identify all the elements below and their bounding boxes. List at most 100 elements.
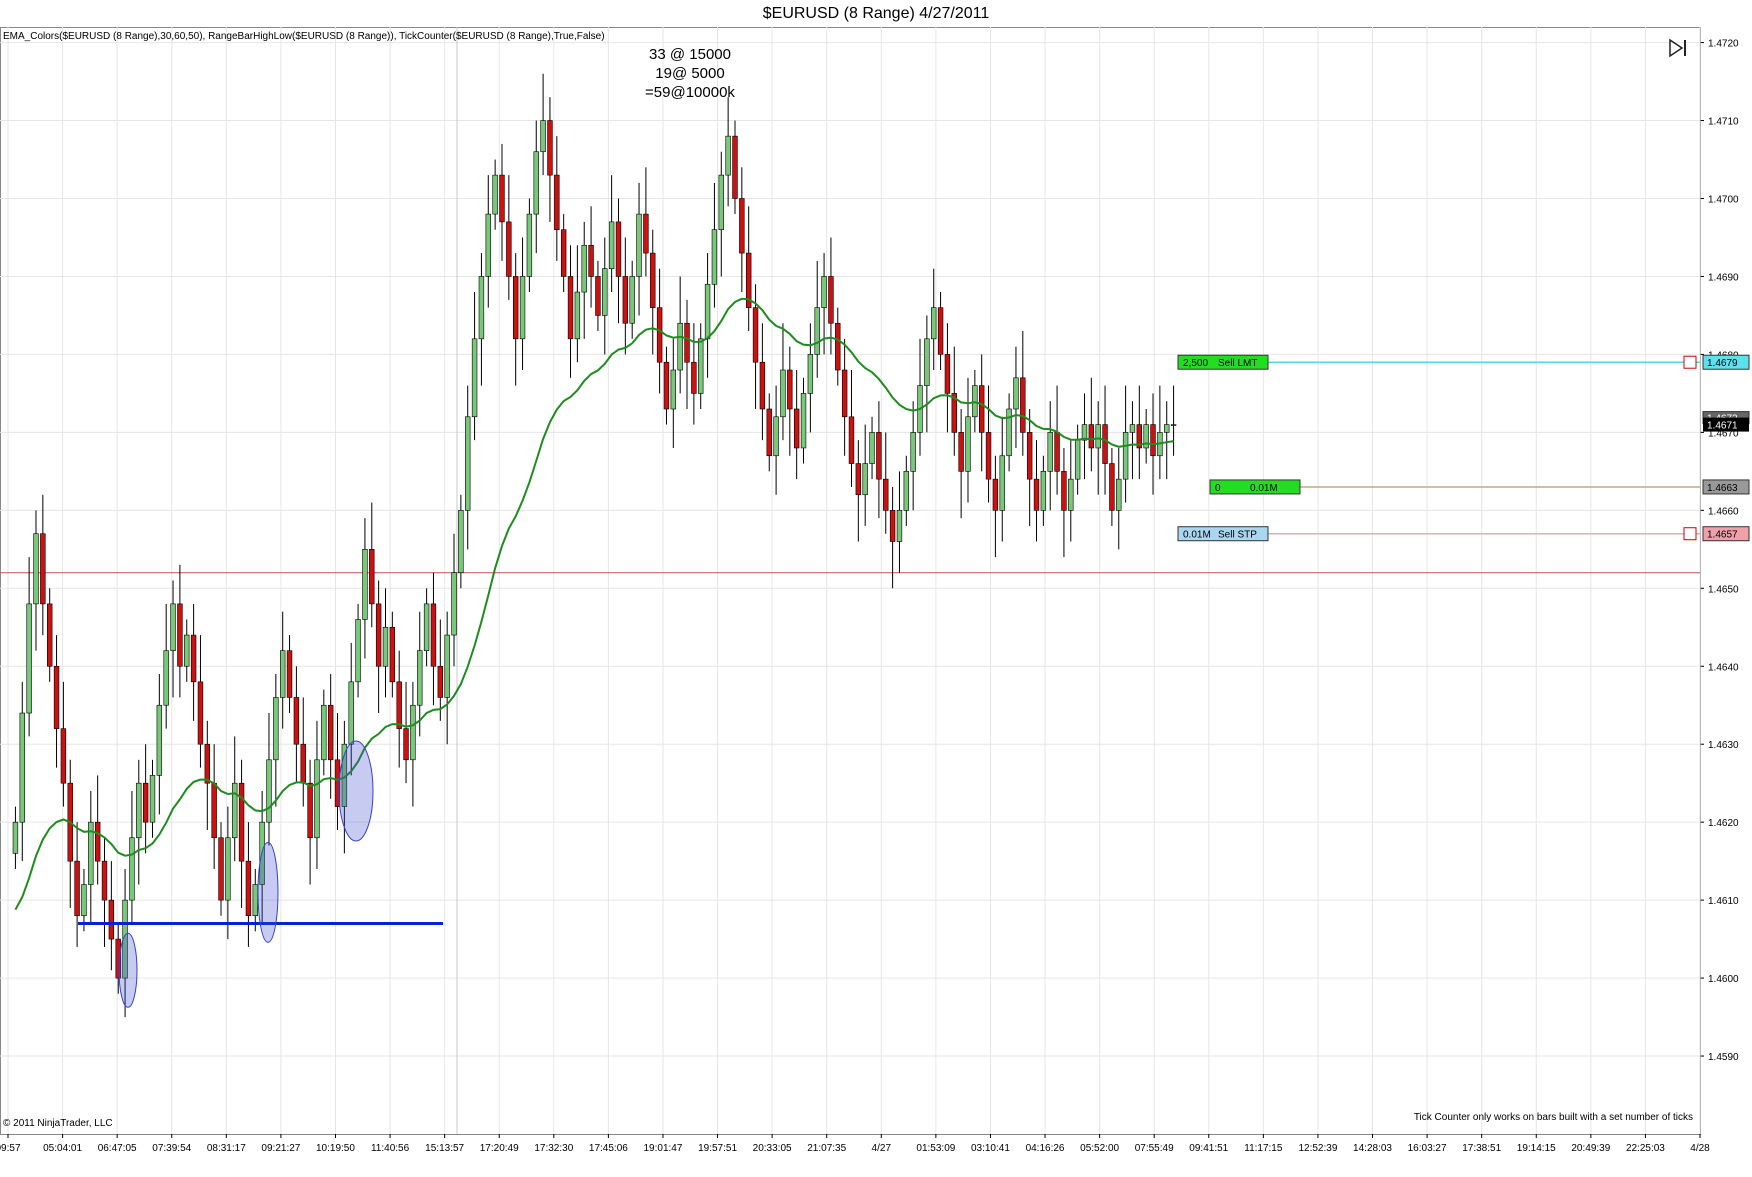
x-tick-label: 10:19:50 (316, 1143, 355, 1154)
candle-down (389, 626, 396, 683)
candle-up (1047, 432, 1053, 472)
candle-down (177, 603, 183, 667)
candle-down (691, 361, 697, 394)
chart-panel[interactable]: 1.4590 1.4600 1.4610 1.4620 1.4630 1.4640 1.46… (0, 27, 1752, 1177)
price-tag-label: 1.4663 (1707, 483, 1738, 494)
candle-up (526, 213, 533, 277)
candle-down (307, 782, 313, 839)
candle-up (492, 174, 498, 215)
candle-down (889, 510, 896, 542)
candle-up (184, 634, 190, 667)
candle-down (643, 213, 649, 254)
candle-down (739, 198, 745, 254)
x-tick-label: 20:33:05 (753, 1143, 792, 1154)
candle-up (670, 369, 677, 410)
candle-down (828, 276, 834, 324)
x-tick-label: 09:57 (0, 1143, 21, 1154)
candle-up (362, 549, 368, 620)
candle-up (451, 572, 457, 636)
candle-up (896, 510, 903, 542)
price-chart[interactable]: 1.4590 1.4600 1.4610 1.4620 1.4630 1.4640 1.46… (0, 27, 1752, 1177)
candle-down (835, 322, 841, 371)
annotation-line-1: 33 @ 15000 (649, 46, 731, 63)
candle-down (293, 697, 300, 745)
x-tick-label: 17:20:49 (480, 1143, 519, 1154)
y-tick-label: 1.4720 (1708, 39, 1739, 50)
order-label: 0.01M (1250, 483, 1278, 494)
ema-line (14, 297, 1174, 911)
candle-down (238, 782, 245, 862)
x-tick-label: 15:13:57 (425, 1143, 464, 1154)
candle-up (773, 416, 779, 457)
candle-up (780, 369, 786, 418)
x-tick-label: 17:32:30 (534, 1143, 573, 1154)
candle-down (499, 174, 505, 223)
candle-up (458, 510, 464, 574)
candle-down (286, 650, 293, 698)
candle-down (841, 369, 848, 418)
x-tick-label: 09:41:51 (1189, 1143, 1228, 1154)
candle-down (883, 478, 889, 511)
plot-frame (0, 27, 1701, 1135)
play-end-icon[interactable] (1667, 37, 1689, 59)
candle-up (1013, 377, 1019, 410)
candle-up (602, 268, 608, 316)
candle-down (101, 860, 108, 901)
candle-down (992, 478, 999, 511)
candle-down (1102, 424, 1108, 464)
candle-down (1088, 424, 1095, 449)
candle-up (869, 432, 875, 464)
candle-up (903, 471, 910, 511)
candle-down (211, 782, 217, 839)
candle-down (595, 276, 601, 316)
candle-down (787, 369, 793, 410)
candle-down (53, 665, 60, 729)
x-tick-label: 19:01:47 (643, 1143, 682, 1154)
x-tick-label: 03:10:41 (971, 1143, 1010, 1154)
candle-up (519, 276, 526, 340)
candle-down (40, 533, 46, 605)
candle-up (807, 354, 814, 394)
candle-up (540, 120, 546, 153)
annotation-line-3: =59@10000k (645, 84, 735, 101)
candle-down (512, 276, 519, 340)
candle-down (430, 603, 437, 667)
candle-up (1122, 432, 1129, 480)
candle-up (910, 432, 916, 472)
cancel-order-icon[interactable] (1683, 355, 1697, 369)
candle-up (355, 619, 361, 683)
candle-up (629, 276, 635, 324)
candle-up (636, 213, 642, 277)
candle-down (958, 432, 964, 472)
candle-up (382, 626, 389, 667)
candle-up (348, 681, 354, 745)
candle-up (444, 634, 450, 698)
x-tick-label: 09:21:27 (261, 1143, 300, 1154)
candle-down (656, 307, 663, 363)
candle-down (1054, 432, 1060, 472)
candle-down (547, 120, 553, 176)
y-tick-label: 1.4710 (1708, 117, 1739, 128)
x-tick-label: 14:28:03 (1353, 1143, 1392, 1154)
candle-up (266, 759, 272, 823)
candle-up (1074, 439, 1081, 480)
candle-down (567, 276, 574, 340)
candle-up (800, 393, 807, 449)
candle-down (1033, 478, 1040, 511)
chart-title: $EURUSD (8 Range) 4/27/2011 (0, 0, 1752, 27)
y-tick-label: 1.4690 (1708, 272, 1739, 283)
candle-down (218, 837, 224, 901)
candle-up (423, 603, 430, 651)
cancel-order-icon[interactable] (1683, 527, 1697, 541)
x-tick-label: 20:49:39 (1571, 1143, 1610, 1154)
candle-down (622, 276, 629, 324)
candle-up (136, 782, 142, 839)
candle-up (608, 221, 615, 269)
candle-down (848, 416, 855, 464)
candle-down (937, 307, 944, 355)
candle-down (506, 221, 512, 277)
last-price-label: 1.4671 (1707, 421, 1738, 432)
x-tick-label: 11:17:15 (1244, 1143, 1283, 1154)
order-label: Sell LMT (1218, 358, 1257, 369)
highlight-ellipse (338, 740, 374, 842)
